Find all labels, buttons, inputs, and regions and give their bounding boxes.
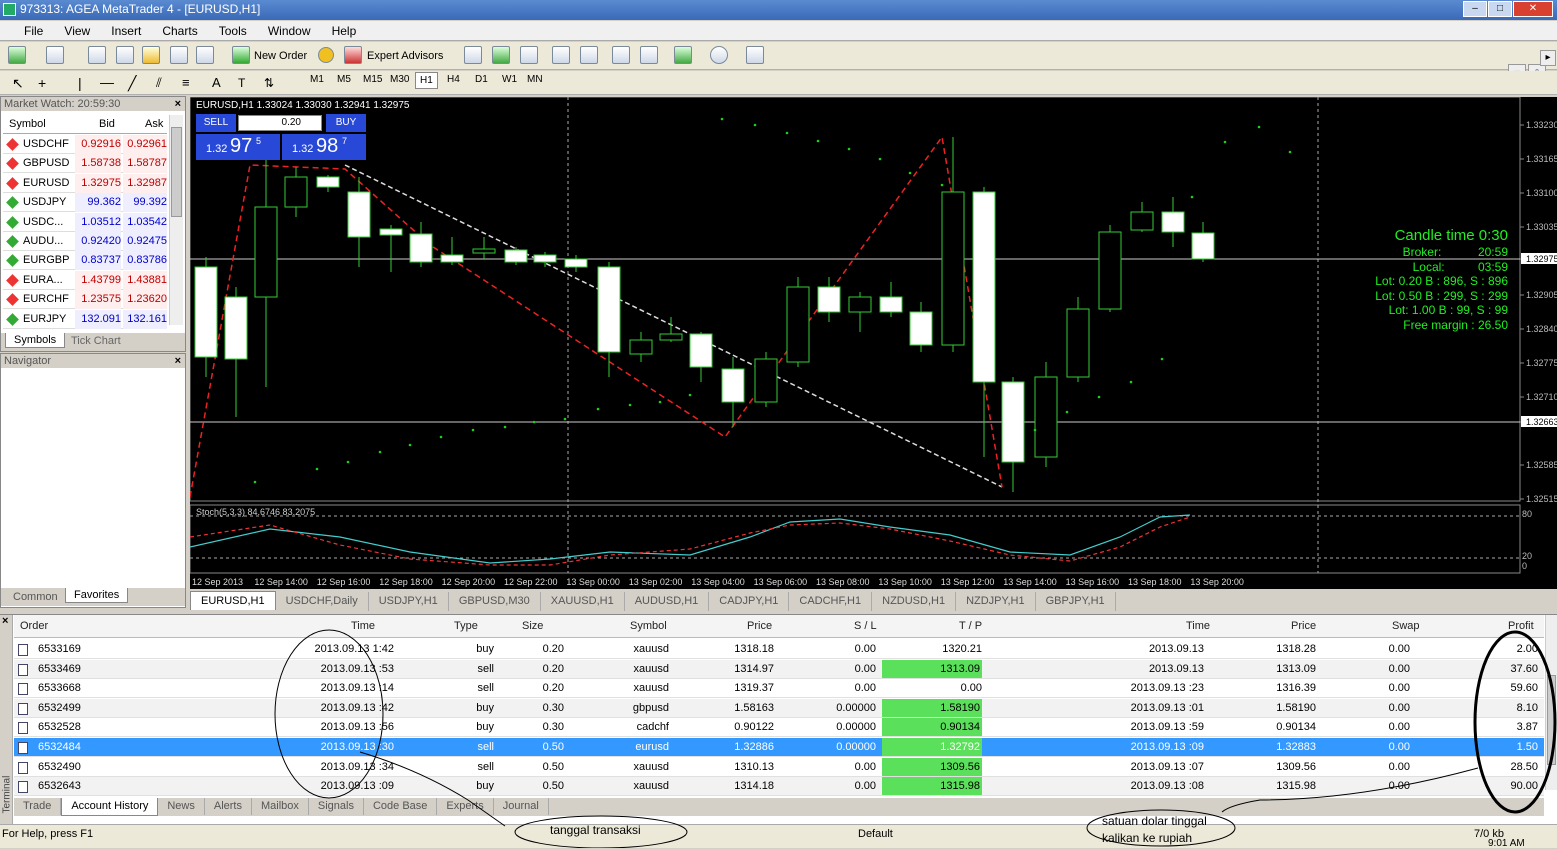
annotation-satuan-1: satuan dolar tinggal (1102, 814, 1207, 828)
arrow-to-tanggal (359, 751, 506, 827)
profit-circle-annotation (1473, 630, 1557, 814)
annotation-overlay (274, 629, 1557, 848)
annotation-satuan-2: kalikan ke rupiah (1102, 831, 1193, 845)
arrow-to-satuan (1221, 767, 1479, 813)
annotation-tanggal: tanggal transaksi (550, 823, 641, 837)
time-circle-annotation (274, 629, 384, 799)
